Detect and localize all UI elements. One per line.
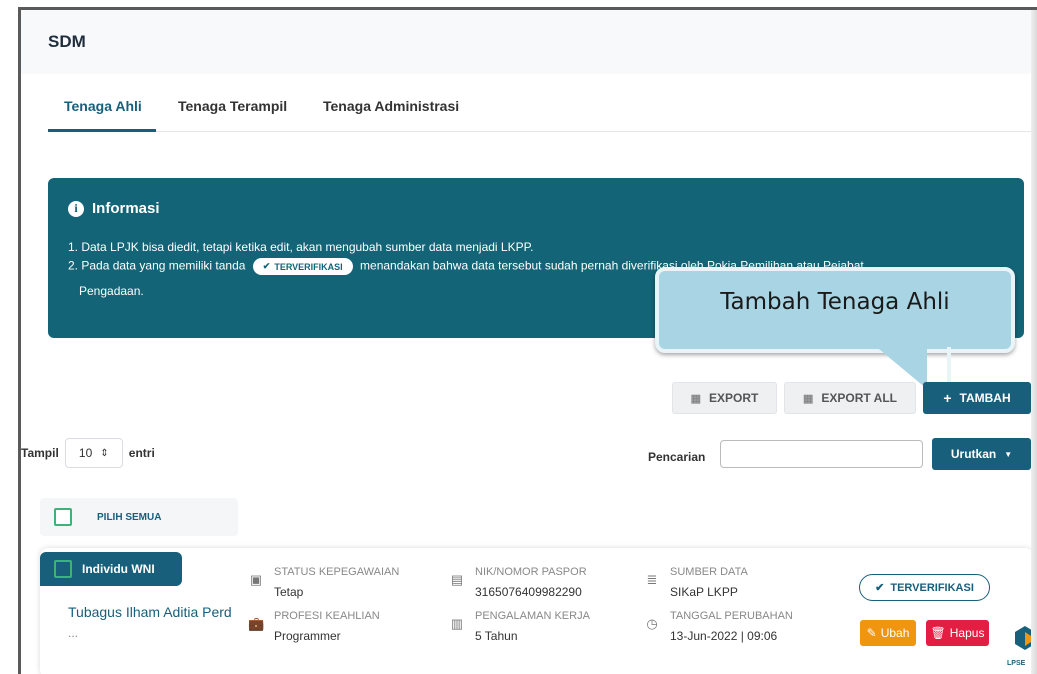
clock-icon: ◷ [646,616,658,631]
record-checkbox[interactable] [54,560,72,578]
caret-down-icon: ▼ [1004,449,1013,459]
plus-icon: + [943,390,952,406]
export-label: EXPORT [709,391,759,405]
table-icon: ▦ [690,392,702,405]
info-heading: i Informasi [68,200,160,217]
export-all-label: EXPORT ALL [821,391,897,405]
select-all-row: PILIH SEMUA [40,498,238,536]
page-title: SDM [48,32,86,51]
show-prefix: Tampil [21,446,59,460]
app-window: SDM Tenaga Ahli Tenaga Terampil Tenaga A… [21,10,1031,674]
search-label: Pencarian [648,450,706,464]
id-badge-icon: ▣ [249,572,263,587]
verified-badge-sample-label: TERVERIFIKASI [274,261,343,272]
screenshot-margin-top [0,0,1037,7]
page-header: SDM [21,10,1031,74]
edit-button[interactable]: ✎ Ubah [860,620,916,646]
edit-icon: ✎ [866,626,877,640]
tab-tenaga-ahli[interactable]: Tenaga Ahli [64,98,142,114]
tab-tenaga-terampil[interactable]: Tenaga Terampil [178,98,287,114]
lpse-logo-text: LPSE [1007,660,1026,667]
sort-label: Urutkan [950,447,997,461]
nik-value: 3165076409982290 [475,585,582,599]
pengalaman-value: 5 Tahun [475,629,518,643]
verified-badge: ✔ TERVERIFIKASI [859,574,990,601]
nik-label: NIK/NOMOR PASPOR [475,566,587,578]
info-line-2-prefix: 2. Pada data yang memiliki tanda [68,258,246,273]
tab-tenaga-administrasi[interactable]: Tenaga Administrasi [323,98,459,114]
delete-label: Hapus [949,626,985,640]
profesi-value: Programmer [274,629,341,643]
screenshot-margin-left [0,0,20,674]
info-line-3: Pengadaan. [79,284,144,298]
sumber-value: SIKaP LKPP [670,585,738,599]
verified-label: TERVERIFIKASI [890,581,974,594]
trash-icon: 🗑 [930,626,946,640]
show-suffix: entri [128,446,155,460]
record-card: Individu WNI Tubagus Ilham Aditia Perd .… [40,548,1031,674]
building-icon: ▥ [450,616,464,631]
info-icon: i [68,200,84,217]
verified-badge-sample: ✔ TERVERIFIKASI [252,258,353,275]
export-all-button[interactable]: ▦ EXPORT ALL [784,382,916,414]
active-tab-indicator [48,129,156,132]
page-size-control: Tampil 10 ⇕ entri [21,438,155,468]
export-button[interactable]: ▦ EXPORT [672,382,777,414]
sort-dropdown[interactable]: Urutkan ▼ [932,438,1031,470]
updown-icon: ⇕ [100,447,109,459]
select-all-checkbox[interactable] [54,508,72,526]
check-icon: ✔ [262,261,271,271]
check-icon: ✔ [875,582,885,594]
select-all-label: PILIH SEMUA [97,511,162,523]
database-icon: ≣ [646,572,658,587]
info-line-2-suffix: menandakan bahwa data tersebut sudah pe [360,258,595,273]
tutorial-callout: Tambah Tenaga Ahli [655,267,1015,353]
callout-text: Tambah Tenaga Ahli [720,289,950,315]
profesi-label: PROFESI KEAHLIAN [274,610,380,622]
record-type: Individu WNI [82,562,155,576]
tab-bar: Tenaga Ahli Tenaga Terampil Tenaga Admin… [48,74,1031,132]
pengalaman-label: PENGALAMAN KERJA [475,610,590,622]
record-type-tag: Individu WNI [40,552,182,586]
tanggal-value: 13-Jun-2022 | 09:06 [670,629,778,643]
sumber-label: SUMBER DATA [670,566,748,578]
status-label: STATUS KEPEGAWAIAN [274,566,400,578]
page-size-select[interactable]: 10 ⇕ [64,438,123,468]
lpse-logo-icon [1015,626,1031,650]
edit-label: Ubah [880,626,910,640]
status-value: Tetap [274,585,304,599]
record-name[interactable]: Tubagus Ilham Aditia Perd [68,604,232,620]
id-card-icon: ▤ [450,572,464,587]
info-title: Informasi [92,200,160,217]
add-label: TAMBAH [959,391,1011,405]
delete-button[interactable]: 🗑 Hapus [926,620,989,646]
add-button[interactable]: + TAMBAH [923,382,1031,414]
window-shadow-right [1031,10,1037,674]
search-input[interactable] [720,440,923,468]
briefcase-icon: 💼 [248,616,265,631]
info-line-1: 1. Data LPJK bisa diedit, tetapi ketika … [68,240,534,254]
page-size-value: 10 [78,446,93,460]
record-name-more: ... [68,626,79,640]
tanggal-label: TANGGAL PERUBAHAN [670,610,793,622]
table-icon: ▦ [803,392,814,405]
